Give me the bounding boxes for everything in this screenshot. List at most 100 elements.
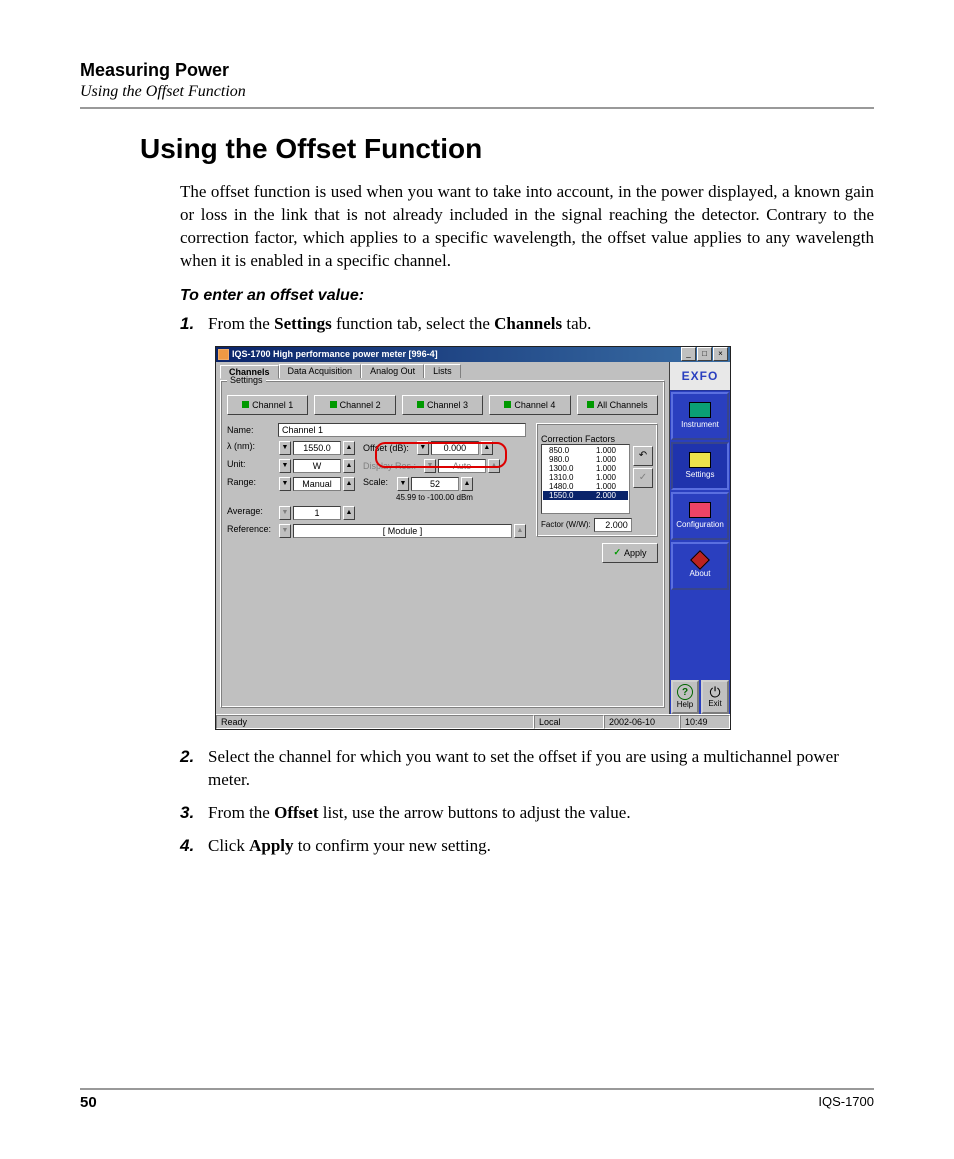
offset-label: Offset (dB): (363, 443, 409, 453)
channel-4-button[interactable]: Channel 4 (489, 395, 570, 415)
footer-model: IQS-1700 (818, 1094, 874, 1111)
cf-row[interactable]: 980.01.000 (543, 455, 628, 464)
close-button[interactable]: × (713, 347, 728, 361)
running-head-chapter: Measuring Power (80, 60, 874, 81)
scale-field[interactable]: 52 (411, 477, 459, 491)
cf-row[interactable]: 1300.01.000 (543, 464, 628, 473)
channel-2-button[interactable]: Channel 2 (314, 395, 395, 415)
instrument-nav-button[interactable]: Instrument (671, 392, 729, 440)
reference-field[interactable]: [ Module ] (293, 524, 512, 538)
window-titlebar: IQS-1700 High performance power meter [9… (216, 347, 730, 362)
status-bar: Ready Local 2002-06-10 10:49 (216, 714, 730, 729)
tab-data-acquisition[interactable]: Data Acquisition (279, 364, 362, 378)
cf-row-selected[interactable]: 1550.02.000 (543, 491, 628, 500)
channel-indicator-icon (587, 401, 594, 408)
reference-up-button: ▲ (514, 524, 526, 538)
help-button[interactable]: ?Help (671, 680, 699, 714)
app-icon (218, 349, 229, 360)
app-screenshot: IQS-1700 High performance power meter [9… (215, 346, 731, 730)
channel-indicator-icon (504, 401, 511, 408)
scale-up-button[interactable]: ▲ (461, 477, 473, 491)
average-field[interactable]: 1 (293, 506, 341, 520)
correction-factors-groupbox: Correction Factors 850.01.000 980.01.000… (536, 423, 658, 537)
intro-paragraph: The offset function is used when you wan… (180, 181, 874, 273)
tab-lists[interactable]: Lists (424, 364, 461, 378)
correction-factors-title: Correction Factors (541, 434, 615, 444)
step-1: 1. From the Settings function tab, selec… (180, 313, 874, 336)
settings-groupbox-title: Settings (227, 375, 266, 385)
reference-label: Reference: (227, 524, 275, 538)
settings-groupbox: Settings Channel 1 Channel 2 Channel 3 C… (220, 380, 665, 708)
maximize-button[interactable]: □ (697, 347, 712, 361)
range-field[interactable]: Manual (293, 477, 341, 491)
apply-button[interactable]: ✓Apply (602, 543, 658, 563)
range-up-button[interactable]: ▲ (343, 477, 355, 491)
correction-factors-list[interactable]: 850.01.000 980.01.000 1300.01.000 1310.0… (541, 444, 630, 514)
channel-indicator-icon (242, 401, 249, 408)
average-label: Average: (227, 506, 275, 520)
channel-1-button[interactable]: Channel 1 (227, 395, 308, 415)
lambda-label: λ (nm): (227, 441, 275, 455)
display-res-field: Auto (438, 459, 486, 473)
lambda-down-button[interactable]: ▼ (279, 441, 291, 455)
configuration-nav-button[interactable]: Configuration (671, 492, 729, 540)
cf-row[interactable]: 1480.01.000 (543, 482, 628, 491)
status-local: Local (534, 715, 604, 729)
header-rule (80, 107, 874, 109)
average-up-button[interactable]: ▲ (343, 506, 355, 520)
reference-down-button: ▼ (279, 524, 291, 538)
offset-field[interactable]: 0.000 (431, 441, 479, 455)
unit-down-button[interactable]: ▼ (279, 459, 291, 473)
settings-icon (689, 452, 711, 468)
page-number: 50 (80, 1094, 97, 1111)
help-icon: ? (677, 684, 693, 700)
about-nav-button[interactable]: About (671, 542, 729, 590)
channel-indicator-icon (330, 401, 337, 408)
lambda-up-button[interactable]: ▲ (343, 441, 355, 455)
unit-up-button[interactable]: ▲ (343, 459, 355, 473)
factor-label: Factor (W/W): (541, 520, 591, 529)
power-icon: ⏻ (709, 685, 720, 699)
undo-icon: ↶ (639, 450, 647, 461)
display-res-label: Display Res.: (363, 461, 416, 471)
window-title: IQS-1700 High performance power meter [9… (232, 349, 680, 359)
factor-field[interactable]: 2.000 (594, 518, 632, 532)
unit-field[interactable]: W (293, 459, 341, 473)
all-channels-button[interactable]: All Channels (577, 395, 658, 415)
section-title: Using the Offset Function (140, 133, 874, 165)
confirm-button[interactable]: ✓ (633, 468, 653, 488)
channel-indicator-icon (417, 401, 424, 408)
cf-row[interactable]: 850.01.000 (543, 446, 628, 455)
display-res-up-button: ▲ (488, 459, 500, 473)
range-down-button[interactable]: ▼ (279, 477, 291, 491)
minimize-button[interactable]: _ (681, 347, 696, 361)
unit-label: Unit: (227, 459, 275, 473)
exit-button[interactable]: ⏻Exit (701, 680, 729, 714)
settings-nav-button[interactable]: Settings (671, 442, 729, 490)
lambda-field[interactable]: 1550.0 (293, 441, 341, 455)
display-res-down-button: ▼ (424, 459, 436, 473)
name-label: Name: (227, 425, 275, 435)
undo-button[interactable]: ↶ (633, 446, 653, 466)
instrument-icon (689, 402, 711, 418)
scale-range-text: 45.99 to -100.00 dBm (396, 493, 473, 502)
offset-down-button[interactable]: ▼ (417, 441, 429, 455)
status-ready: Ready (216, 715, 534, 729)
name-field[interactable]: Channel 1 (278, 423, 526, 437)
channel-3-button[interactable]: Channel 3 (402, 395, 483, 415)
tab-analog-out[interactable]: Analog Out (361, 364, 424, 378)
step-3: 3. From the Offset list, use the arrow b… (180, 802, 874, 825)
vendor-logo: EXFO (670, 362, 730, 391)
step-2: 2. Select the channel for which you want… (180, 746, 874, 792)
page-footer: 50 IQS-1700 (80, 1088, 874, 1111)
average-down-button: ▼ (279, 506, 291, 520)
check-icon: ✓ (613, 547, 621, 558)
configuration-icon (689, 502, 711, 518)
task-title: To enter an offset value: (180, 287, 874, 305)
scale-down-button[interactable]: ▼ (397, 477, 409, 491)
offset-up-button[interactable]: ▲ (481, 441, 493, 455)
cf-row[interactable]: 1310.01.000 (543, 473, 628, 482)
range-label: Range: (227, 477, 275, 502)
side-toolbar: EXFO Instrument Settings Configuration A… (669, 362, 730, 715)
status-time: 10:49 (680, 715, 730, 729)
